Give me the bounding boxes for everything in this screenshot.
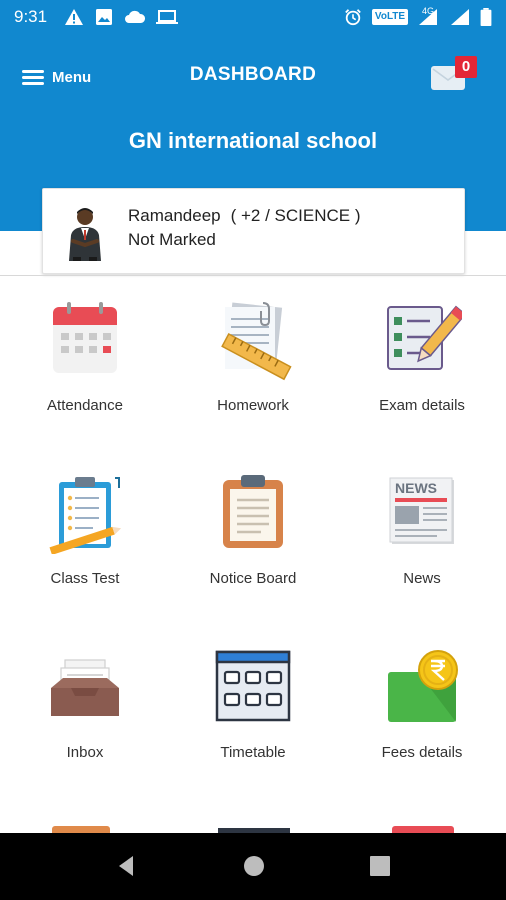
- school-name: GN international school: [128, 128, 378, 153]
- signal-icon: [419, 9, 437, 25]
- wallet-coin-icon: [388, 650, 458, 722]
- student-class: ( +2 / SCIENCE ): [230, 206, 361, 225]
- timetable-icon: [215, 650, 291, 722]
- volte-icon: VoLTE: [372, 9, 408, 25]
- status-bar: 9:31 VoLTE 4G: [0, 0, 506, 34]
- laptop-icon: [156, 10, 178, 24]
- status-time: 9:31: [14, 7, 48, 26]
- divider: [0, 275, 506, 276]
- homework-tile[interactable]: Homework: [169, 301, 337, 471]
- android-nav-bar: [0, 833, 506, 900]
- inbox-tile[interactable]: Inbox: [1, 648, 169, 818]
- newspaper-icon: NEWS: [389, 477, 454, 544]
- news-tile[interactable]: NEWS News: [338, 474, 506, 644]
- partial-tile-icon: [392, 826, 454, 833]
- alarm-icon: [345, 9, 361, 26]
- homework-icon: [221, 302, 292, 381]
- news-masthead: NEWS: [395, 480, 437, 496]
- clipboard-test-icon: [49, 477, 122, 554]
- signal-icon: [451, 9, 469, 25]
- exam-details-label: Exam details: [379, 397, 465, 414]
- back-icon[interactable]: [113, 853, 139, 879]
- notice-board-icon: [223, 475, 283, 548]
- message-count-badge: 0: [455, 56, 477, 78]
- warning-icon: [65, 9, 83, 25]
- class-test-tile[interactable]: Class Test: [1, 474, 169, 644]
- inbox-tray-icon: [51, 659, 119, 716]
- notice-board-tile[interactable]: Notice Board: [169, 474, 337, 644]
- calendar-icon: [53, 302, 117, 373]
- student-card[interactable]: Ramandeep ( +2 / SCIENCE ) Not Marked: [42, 188, 465, 274]
- attendance-status: Not Marked: [128, 230, 216, 249]
- student-avatar: [69, 208, 101, 261]
- class-test-label: Class Test: [50, 570, 120, 587]
- fees-details-tile[interactable]: Fees details: [338, 648, 506, 818]
- student-name: Ramandeep: [128, 206, 221, 225]
- news-label: News: [403, 570, 441, 587]
- inbox-label: Inbox: [66, 744, 104, 761]
- messages-button[interactable]: 0: [431, 56, 477, 94]
- partial-tile-icon: [52, 826, 110, 833]
- recents-icon[interactable]: [367, 853, 393, 879]
- student-name-line: Ramandeep ( +2 / SCIENCE ): [128, 206, 361, 226]
- battery-icon: [480, 8, 492, 26]
- exam-icon: [387, 305, 462, 370]
- homework-label: Homework: [217, 397, 289, 414]
- timetable-label: Timetable: [220, 744, 286, 761]
- timetable-tile[interactable]: Timetable: [169, 648, 337, 818]
- cloud-icon: [125, 10, 146, 23]
- attendance-label: Attendance: [47, 397, 123, 414]
- attendance-tile[interactable]: Attendance: [1, 301, 169, 471]
- image-icon: [96, 9, 112, 25]
- fees-details-label: Fees details: [381, 744, 463, 761]
- home-icon[interactable]: [241, 853, 267, 879]
- notice-board-label: Notice Board: [209, 570, 297, 587]
- exam-details-tile[interactable]: Exam details: [338, 301, 506, 471]
